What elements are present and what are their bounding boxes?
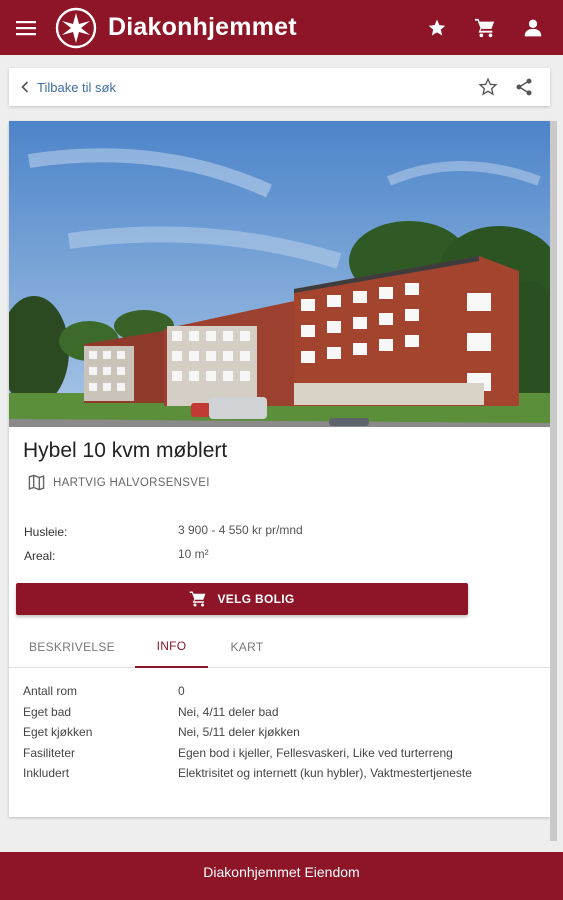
info-label-facilities: Fasiliteter — [23, 746, 76, 760]
listing-title: Hybel 10 kvm møblert — [23, 439, 228, 462]
cross-logo-icon — [55, 7, 97, 48]
rent-value: 3 900 - 4 550 kr pr/mnd — [178, 523, 303, 537]
cart-icon — [474, 18, 495, 37]
cart-button[interactable] — [461, 0, 509, 55]
back-to-search-link[interactable]: Tilbake til søk — [21, 80, 116, 95]
footer: Diakonhjemmet Eiendom — [0, 852, 563, 900]
cross-logo[interactable] — [54, 6, 98, 50]
tab-description[interactable]: BESKRIVELSE — [9, 625, 135, 668]
listing-card: Hybel 10 kvm møblert HARTVIG HALVORSENSV… — [9, 121, 550, 817]
footer-title: Diakonhjemmet Eiendom — [203, 864, 360, 880]
tab-map[interactable]: KART — [208, 625, 286, 668]
tab-bar: BESKRIVELSE INFO KART — [9, 625, 550, 668]
info-value-rooms: 0 — [178, 684, 185, 698]
share-button[interactable] — [506, 68, 542, 106]
tab-info[interactable]: INFO — [135, 625, 208, 668]
choose-housing-button[interactable]: VELG BOLIG — [16, 583, 468, 615]
favorites-button[interactable] — [413, 0, 461, 55]
brand-name[interactable]: Diakonhjemmet — [108, 13, 297, 42]
listing-photo[interactable] — [9, 121, 550, 427]
rent-label: Husleie: — [24, 525, 68, 539]
back-bar: Tilbake til søk — [9, 68, 550, 106]
profile-button[interactable] — [509, 0, 557, 55]
app-bar: Diakonhjemmet — [0, 0, 563, 55]
favorite-toggle[interactable] — [470, 68, 506, 106]
chevron-left-icon — [21, 81, 29, 93]
info-value-included: Elektrisitet og internett (kun hybler), … — [178, 766, 472, 780]
star-outline-icon — [478, 77, 498, 96]
map-icon — [28, 474, 45, 491]
area-value: 10 m² — [178, 547, 209, 561]
address-text: HARTVIG HALVORSENSVEI — [53, 476, 210, 489]
person-icon — [524, 19, 542, 36]
info-label-included: Inkludert — [23, 766, 70, 780]
info-label-bathroom: Eget bad — [23, 705, 72, 719]
area-label: Areal: — [24, 549, 56, 563]
page-scrollbar[interactable] — [550, 121, 557, 841]
menu-icon — [16, 20, 36, 35]
back-label: Tilbake til søk — [37, 79, 116, 95]
star-icon — [428, 19, 446, 35]
info-label-rooms: Antall rom — [23, 684, 78, 698]
info-label-kitchen: Eget kjøkken — [23, 725, 93, 739]
choose-housing-label: VELG BOLIG — [217, 592, 295, 606]
info-value-facilities: Egen bod i kjeller, Fellesvaskeri, Like … — [178, 746, 453, 760]
listing-address: HARTVIG HALVORSENSVEI — [28, 474, 210, 491]
info-value-bathroom: Nei, 4/11 deler bad — [178, 705, 279, 719]
info-value-kitchen: Nei, 5/11 deler kjøkken — [178, 725, 300, 739]
menu-button[interactable] — [0, 0, 52, 55]
share-icon — [516, 78, 532, 96]
cart-icon — [190, 591, 206, 607]
